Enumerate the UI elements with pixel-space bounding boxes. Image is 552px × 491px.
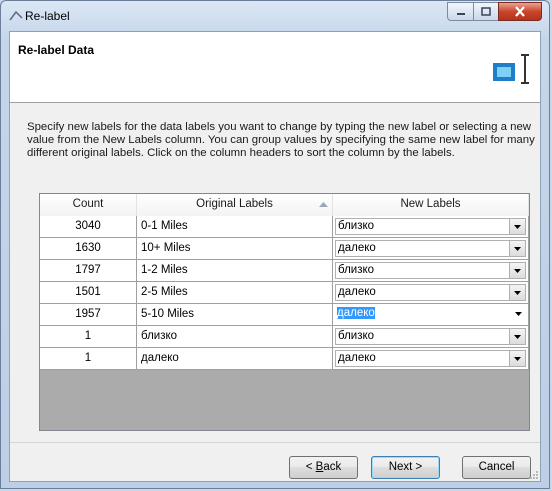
relabel-data-icon (493, 54, 529, 84)
table-row: 3040 0-1 Miles близко (40, 216, 529, 238)
table-row: 1 далеко далеко (40, 348, 529, 370)
new-label-cell[interactable]: далеко (333, 348, 529, 370)
column-header-new-labels[interactable]: New Labels (333, 194, 529, 216)
back-button-prefix: < (305, 461, 316, 473)
new-label-value: далеко (338, 286, 376, 298)
table-row: 1 близко близко (40, 326, 529, 348)
chevron-down-icon (515, 311, 522, 316)
count-cell: 1797 (40, 260, 137, 282)
page-title: Re-label Data (18, 43, 95, 57)
chevron-down-icon (514, 290, 521, 295)
back-button[interactable]: < Back (289, 456, 358, 479)
dropdown-button[interactable] (511, 306, 526, 321)
table-row: 1797 1-2 Miles близко (40, 260, 529, 282)
close-button[interactable] (498, 2, 542, 21)
dropdown-button[interactable] (509, 241, 525, 256)
new-label-dropdown[interactable]: близко (335, 262, 526, 279)
original-label-cell: близко (137, 326, 333, 348)
column-header-label: New Labels (400, 198, 461, 210)
maximize-button[interactable] (473, 2, 499, 21)
new-label-value: близко (338, 330, 375, 342)
window-title: Re-label (25, 9, 70, 23)
original-label-cell: 1-2 Miles (137, 260, 333, 282)
count-cell: 1501 (40, 282, 137, 304)
table-row: 1501 2-5 Miles далеко (40, 282, 529, 304)
minimize-icon (456, 12, 465, 15)
sort-ascending-icon (319, 202, 328, 207)
count-cell: 1630 (40, 238, 137, 260)
original-label-cell: 2-5 Miles (137, 282, 333, 304)
new-label-dropdown[interactable]: далеко (335, 284, 526, 301)
back-button-suffix: ack (323, 461, 342, 473)
new-label-cell[interactable]: близко (333, 260, 529, 282)
new-label-cell[interactable]: далеко (333, 282, 529, 304)
chevron-down-icon (514, 224, 521, 229)
column-header-count[interactable]: Count (40, 194, 137, 216)
original-label-cell: 0-1 Miles (137, 216, 333, 238)
new-label-dropdown[interactable]: далеко (335, 350, 526, 367)
new-label-dropdown-editing[interactable]: далеко (335, 306, 526, 323)
new-label-dropdown[interactable]: далеко (335, 240, 526, 257)
close-icon (515, 6, 525, 17)
chevron-down-icon (514, 268, 521, 273)
chevron-down-icon (514, 246, 521, 251)
count-cell: 1957 (40, 304, 137, 326)
table-row: 1957 5-10 Miles далеко (40, 304, 529, 326)
selected-text: далеко (337, 307, 375, 319)
dialog-client-area: Re-label Data Specify new labels for the… (9, 31, 541, 482)
instructions-text: Specify new labels for the data labels y… (27, 121, 535, 159)
dropdown-button[interactable] (509, 263, 525, 278)
count-cell: 1 (40, 326, 137, 348)
dropdown-button[interactable] (509, 329, 525, 344)
wizard-header: Re-label Data (10, 32, 540, 103)
original-label-cell: далеко (137, 348, 333, 370)
new-label-value: близко (338, 264, 375, 276)
original-label-cell: 10+ Miles (137, 238, 333, 260)
column-header-label: Count (72, 198, 104, 210)
column-header-original-labels[interactable]: Original Labels (137, 194, 333, 216)
title-bar[interactable]: Re-label (1, 1, 549, 31)
relabel-grid: Count Original Labels New Labels 3040 0-… (39, 193, 530, 431)
new-label-cell[interactable]: далеко (333, 238, 529, 260)
count-cell: 3040 (40, 216, 137, 238)
new-label-value: далеко (338, 352, 376, 364)
table-row: 1630 10+ Miles далеко (40, 238, 529, 260)
new-label-cell[interactable]: далеко (333, 304, 529, 326)
maximize-icon (481, 7, 491, 16)
new-label-dropdown[interactable]: близко (335, 218, 526, 235)
new-label-dropdown[interactable]: близко (335, 328, 526, 345)
chevron-down-icon (514, 356, 521, 361)
relabel-window: Re-label Re-label Data Specify new label… (0, 0, 550, 489)
chevron-down-icon (514, 334, 521, 339)
dropdown-button[interactable] (509, 351, 525, 366)
relabel-app-icon (9, 10, 23, 21)
new-label-cell[interactable]: близко (333, 326, 529, 348)
new-label-value-selected[interactable]: далеко (337, 306, 375, 321)
resize-grip-icon[interactable] (528, 469, 538, 479)
next-button[interactable]: Next > (371, 456, 440, 479)
dropdown-button[interactable] (509, 219, 525, 234)
grid-header: Count Original Labels New Labels (40, 194, 529, 217)
new-label-value: далеко (338, 242, 376, 254)
count-cell: 1 (40, 348, 137, 370)
original-label-cell: 5-10 Miles (137, 304, 333, 326)
footer-divider (10, 442, 540, 443)
new-label-value: близко (338, 220, 375, 232)
column-header-label: Original Labels (196, 198, 273, 210)
cancel-button[interactable]: Cancel (462, 456, 531, 479)
new-label-cell[interactable]: близко (333, 216, 529, 238)
minimize-button[interactable] (447, 2, 474, 21)
dropdown-button[interactable] (509, 285, 525, 300)
